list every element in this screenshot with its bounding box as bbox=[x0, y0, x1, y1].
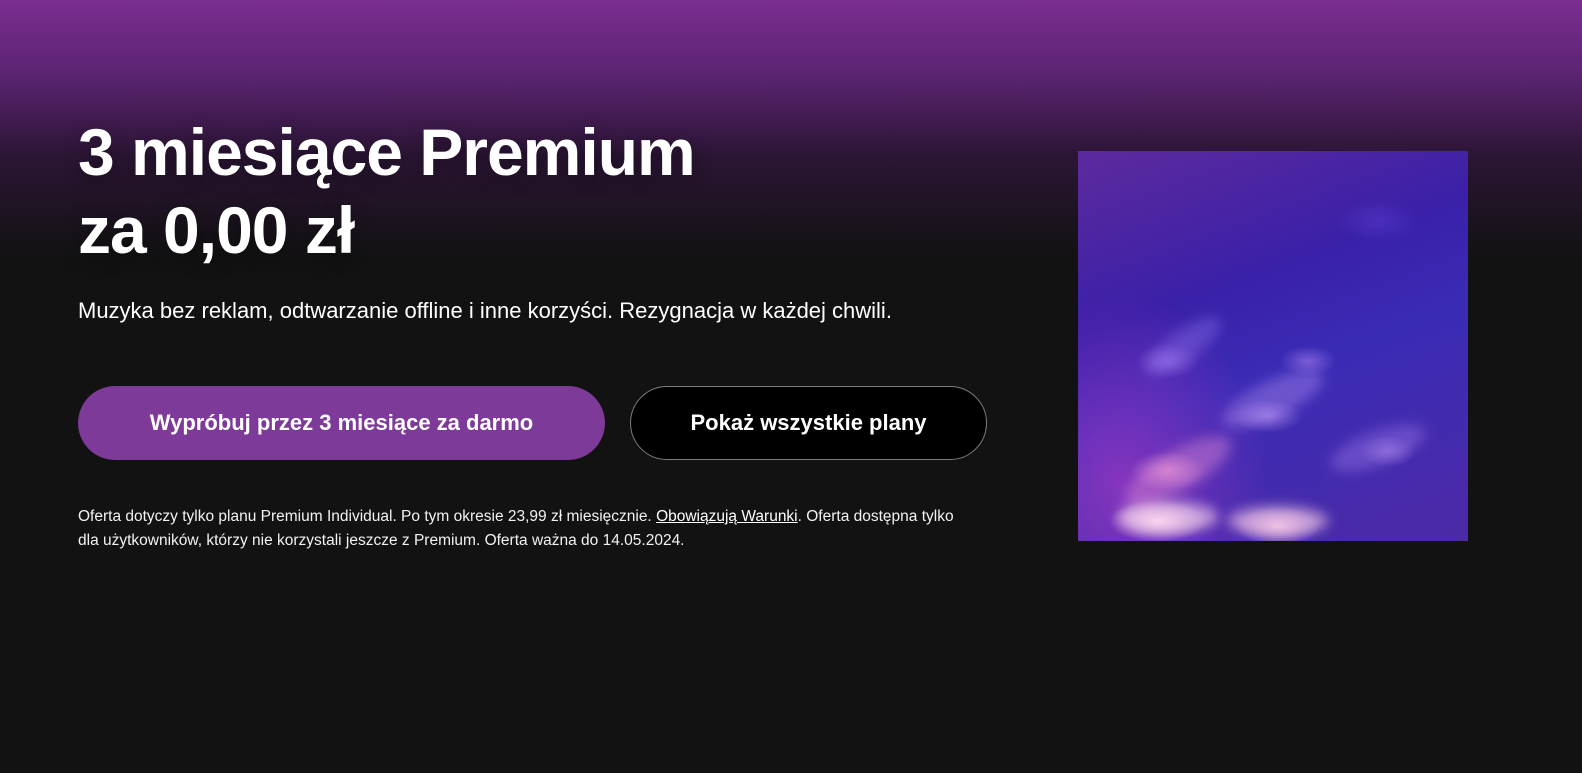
promo-artwork-image bbox=[1078, 151, 1468, 541]
try-free-button[interactable]: Wypróbuj przez 3 miesiące za darmo bbox=[78, 386, 605, 460]
terms-link[interactable]: Obowiązują Warunki bbox=[656, 508, 798, 525]
fineprint-part-1: Oferta dotyczy tylko planu Premium Indiv… bbox=[78, 508, 657, 525]
promo-hero: 3 miesiące Premium za 0,00 zł Muzyka bez… bbox=[78, 113, 998, 569]
cta-button-group: Wypróbuj przez 3 miesiące za darmo Pokaż… bbox=[78, 386, 998, 460]
offer-terms-text: Oferta dotyczy tylko planu Premium Indiv… bbox=[78, 505, 978, 553]
artwork-light-streak bbox=[1215, 359, 1331, 439]
title-line-1: 3 miesiące Premium bbox=[78, 115, 696, 189]
artwork-light-streak bbox=[1325, 414, 1431, 482]
page-title: 3 miesiące Premium za 0,00 zł bbox=[78, 113, 998, 269]
title-line-2: za 0,00 zł bbox=[78, 193, 355, 267]
artwork-light-streak bbox=[1137, 307, 1229, 385]
hero-subtitle: Muzyka bez reklam, odtwarzanie offline i… bbox=[78, 298, 892, 323]
artwork-light-streak bbox=[1118, 501, 1218, 533]
show-all-plans-button[interactable]: Pokaż wszystkie plany bbox=[630, 386, 987, 460]
artwork-light-streak bbox=[1228, 506, 1328, 536]
